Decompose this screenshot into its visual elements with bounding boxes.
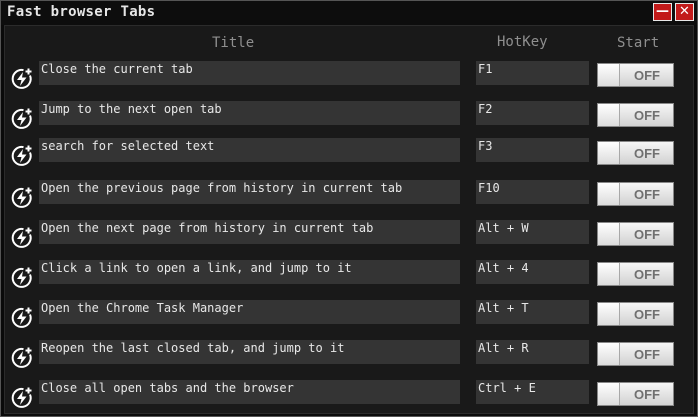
shortcut-row: Open the next page from history in curre…	[5, 220, 693, 256]
toggle-state: OFF	[634, 227, 660, 242]
shortcut-row: Click a link to open a link, and jump to…	[5, 260, 693, 296]
hotkey-field[interactable]: Alt + 4	[476, 260, 589, 284]
window-title: Fast browser Tabs	[7, 4, 156, 20]
toggle-state: OFF	[634, 307, 660, 322]
lightning-bolt-plus-icon[interactable]	[10, 386, 34, 410]
shortcut-title[interactable]: Open the Chrome Task Manager	[39, 300, 460, 324]
lightning-bolt-plus-icon[interactable]	[10, 67, 34, 91]
start-toggle[interactable]: OFF	[597, 182, 674, 206]
shortcut-title[interactable]: search for selected text	[39, 138, 460, 162]
hotkey-field[interactable]: F3	[476, 138, 589, 162]
start-toggle[interactable]: OFF	[597, 222, 674, 246]
minimize-button[interactable]: —	[653, 3, 672, 21]
start-toggle[interactable]: OFF	[597, 382, 674, 406]
toggle-knob[interactable]	[598, 104, 620, 126]
shortcut-title[interactable]: Open the previous page from history in c…	[39, 180, 460, 204]
lightning-bolt-plus-icon[interactable]	[10, 226, 34, 250]
shortcut-row: search for selected text F3 OFF	[5, 138, 693, 174]
lightning-bolt-plus-icon[interactable]	[10, 306, 34, 330]
toggle-knob[interactable]	[598, 64, 620, 86]
lightning-bolt-plus-icon[interactable]	[10, 107, 34, 131]
start-toggle[interactable]: OFF	[597, 302, 674, 326]
toggle-knob[interactable]	[598, 183, 620, 205]
toggle-state: OFF	[634, 187, 660, 202]
toggle-state: OFF	[634, 68, 660, 83]
toggle-state: OFF	[634, 108, 660, 123]
toggle-state: OFF	[634, 387, 660, 402]
hotkey-field[interactable]: F1	[476, 61, 589, 85]
column-header-hotkey: HotKey	[497, 34, 548, 50]
close-icon: ✕	[679, 4, 690, 19]
lightning-bolt-plus-icon[interactable]	[10, 346, 34, 370]
hotkey-field[interactable]: F10	[476, 180, 589, 204]
lightning-bolt-plus-icon[interactable]	[10, 186, 34, 210]
toggle-knob[interactable]	[598, 263, 620, 285]
shortcut-row: Close the current tab F1 OFF	[5, 61, 693, 97]
start-toggle[interactable]: OFF	[597, 262, 674, 286]
start-toggle[interactable]: OFF	[597, 342, 674, 366]
column-header-title: Title	[212, 35, 255, 51]
toggle-knob[interactable]	[598, 142, 620, 164]
app-window: Fast browser Tabs — ✕ Title HotKey Start…	[0, 0, 698, 417]
toggle-state: OFF	[634, 146, 660, 161]
toggle-state: OFF	[634, 267, 660, 282]
shortcut-row: Open the previous page from history in c…	[5, 180, 693, 216]
toggle-knob[interactable]	[598, 223, 620, 245]
column-header-start: Start	[617, 35, 660, 51]
close-button[interactable]: ✕	[675, 3, 694, 21]
shortcut-title[interactable]: Close the current tab	[39, 61, 460, 85]
start-toggle[interactable]: OFF	[597, 63, 674, 87]
toggle-knob[interactable]	[598, 303, 620, 325]
shortcut-row: Jump to the next open tab F2 OFF	[5, 101, 693, 137]
toggle-state: OFF	[634, 347, 660, 362]
shortcuts-panel: Title HotKey Start Close the current tab…	[4, 25, 694, 414]
shortcut-row: Reopen the last closed tab, and jump to …	[5, 340, 693, 376]
hotkey-field[interactable]: Ctrl + E	[476, 380, 589, 404]
shortcut-row: Close all open tabs and the browser Ctrl…	[5, 380, 693, 416]
shortcut-title[interactable]: Jump to the next open tab	[39, 101, 460, 125]
hotkey-field[interactable]: Alt + W	[476, 220, 589, 244]
toggle-knob[interactable]	[598, 343, 620, 365]
hotkey-field[interactable]: F2	[476, 101, 589, 125]
lightning-bolt-plus-icon[interactable]	[10, 266, 34, 290]
start-toggle[interactable]: OFF	[597, 141, 674, 165]
shortcut-title[interactable]: Reopen the last closed tab, and jump to …	[39, 340, 460, 364]
hotkey-field[interactable]: Alt + R	[476, 340, 589, 364]
shortcut-title[interactable]: Open the next page from history in curre…	[39, 220, 460, 244]
minimize-icon: —	[656, 4, 669, 19]
hotkey-field[interactable]: Alt + T	[476, 300, 589, 324]
start-toggle[interactable]: OFF	[597, 103, 674, 127]
shortcut-title[interactable]: Close all open tabs and the browser	[39, 380, 460, 404]
toggle-knob[interactable]	[598, 383, 620, 405]
title-bar[interactable]: Fast browser Tabs — ✕	[1, 1, 697, 25]
shortcut-row: Open the Chrome Task Manager Alt + T OFF	[5, 300, 693, 336]
shortcut-title[interactable]: Click a link to open a link, and jump to…	[39, 260, 460, 284]
lightning-bolt-plus-icon[interactable]	[10, 144, 34, 168]
